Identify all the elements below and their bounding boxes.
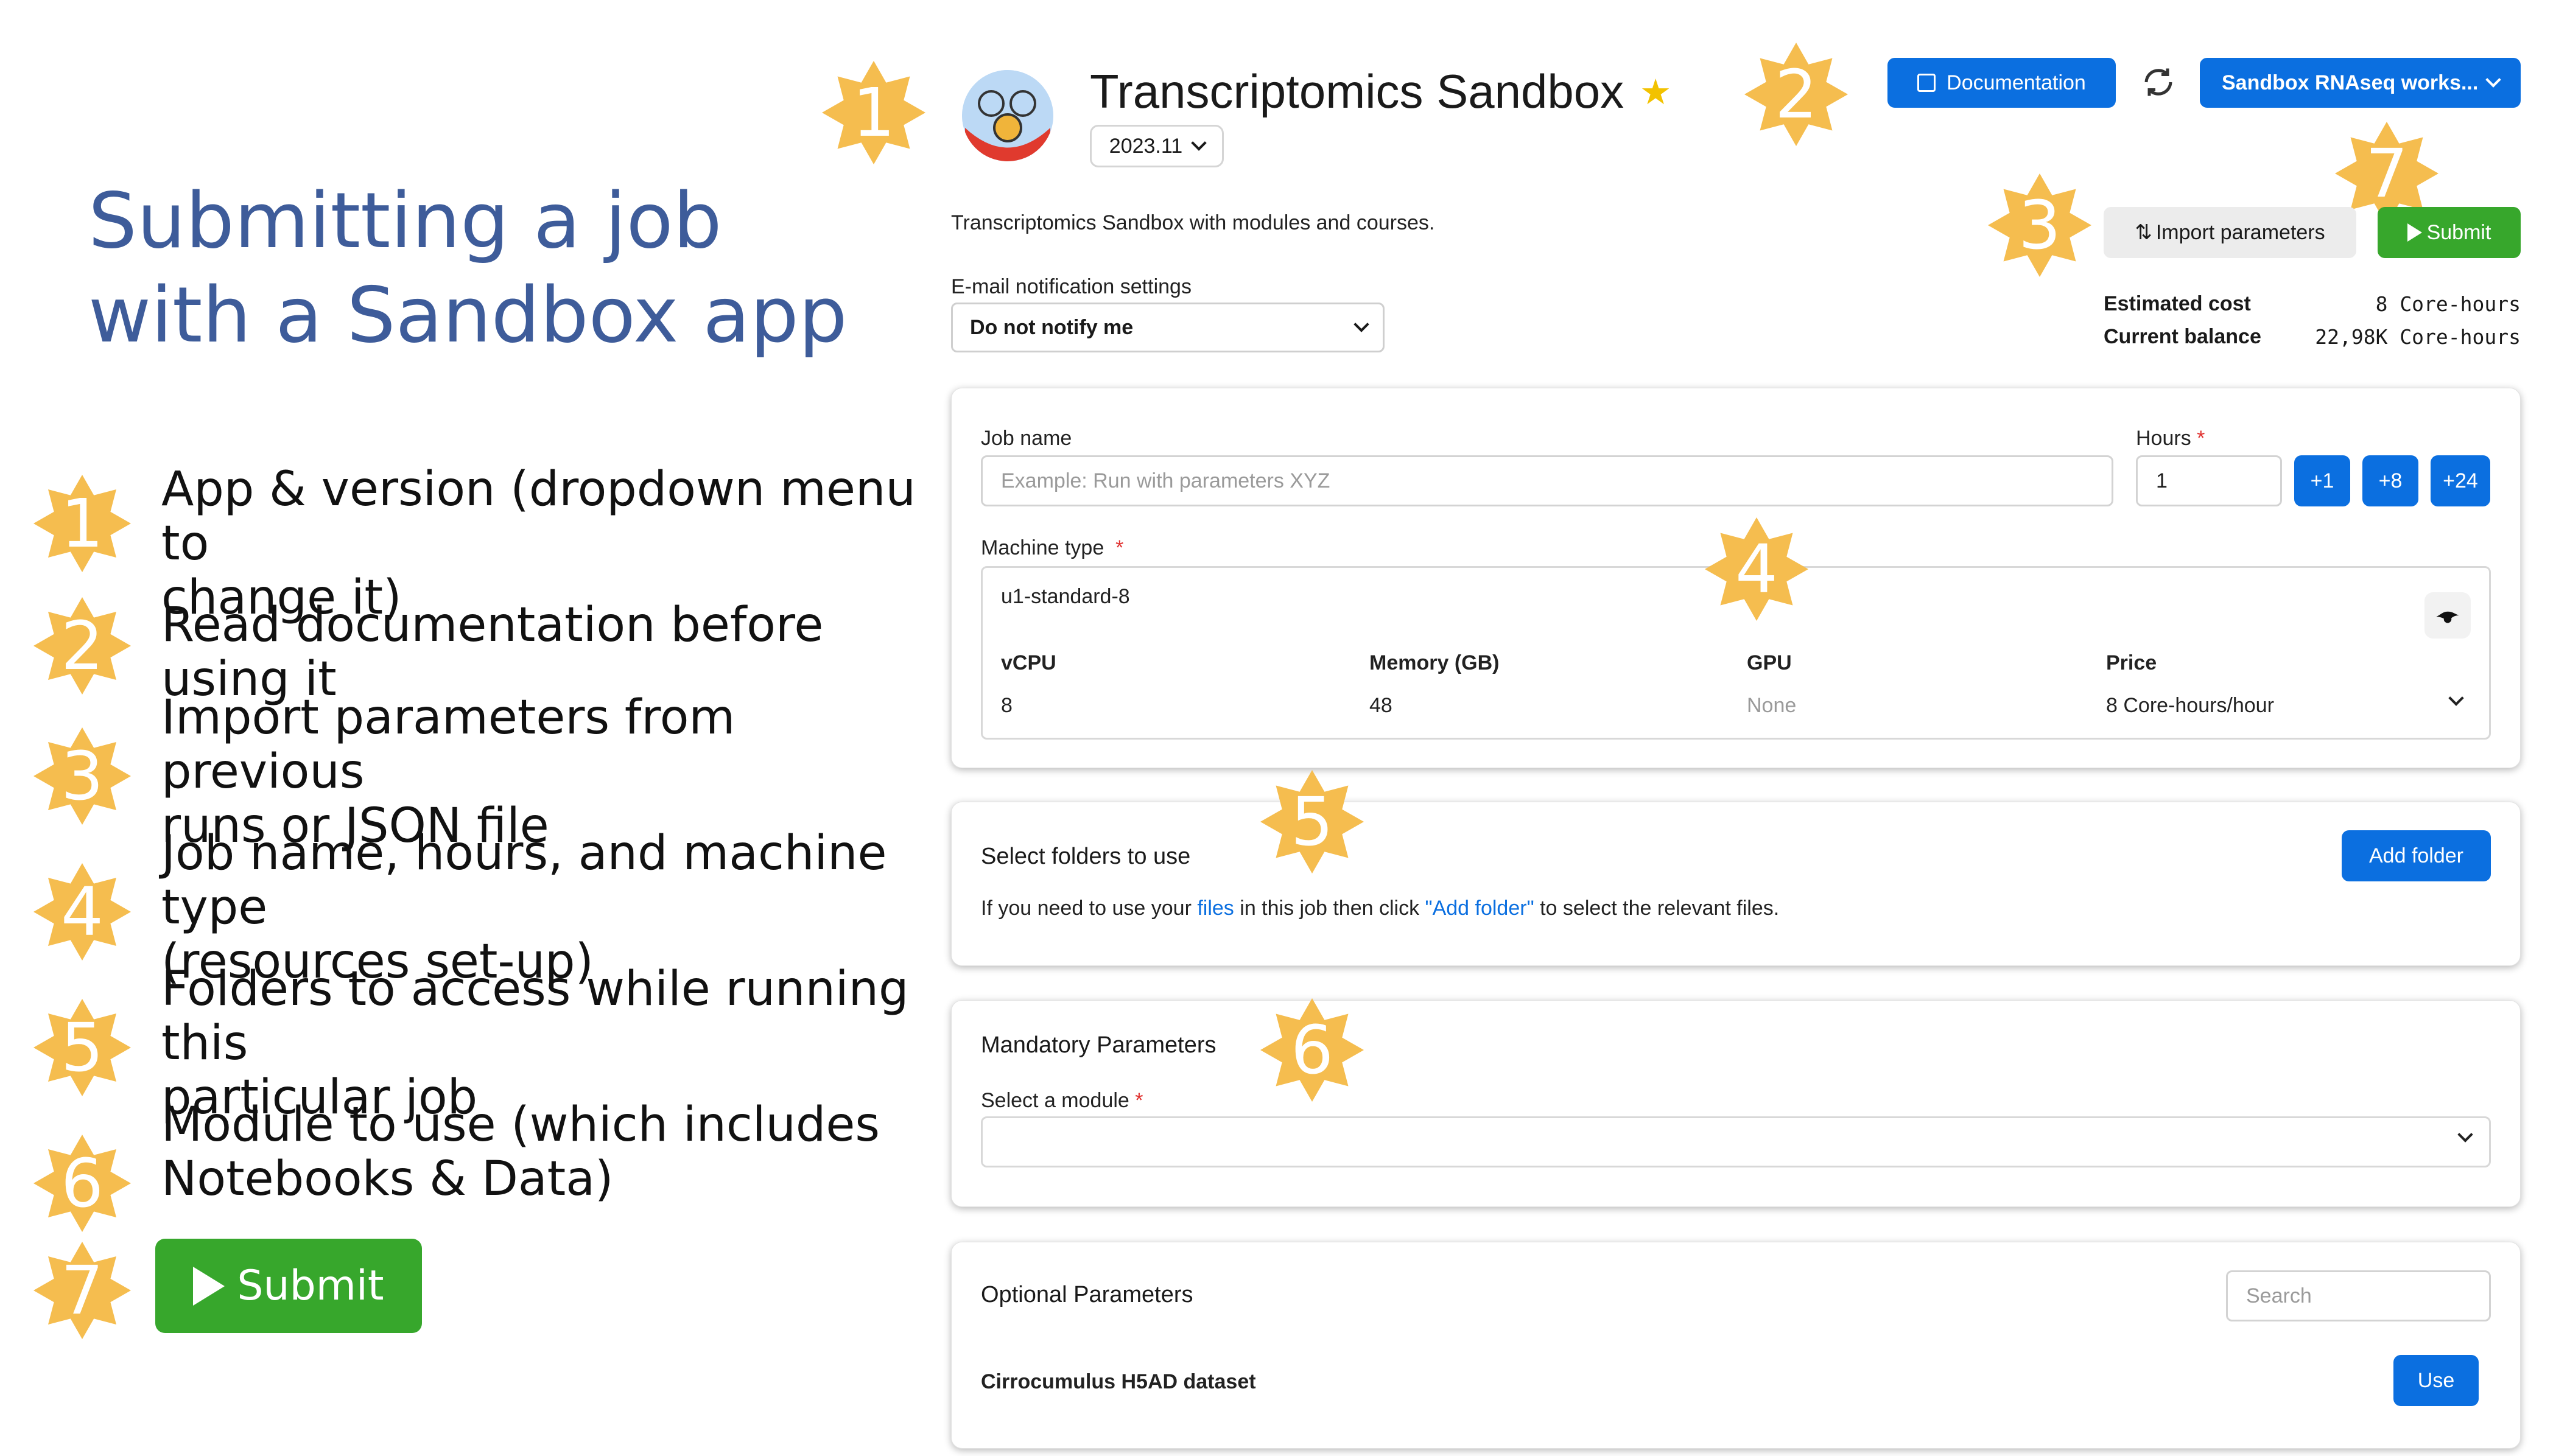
marker-1: 1 [822,61,925,164]
job-name-label: Job name [981,427,1072,450]
legend-item-5: 5 Folders to access while running this pa… [33,962,916,1125]
optional-parameters-card: Optional Parameters Search Cirrocumulus … [951,1242,2521,1449]
sort-arrows-icon: ⇅ [2135,221,2152,244]
add-folder-button[interactable]: Add folder [2342,830,2491,881]
price-label: Price [2106,651,2157,674]
folders-title: Select folders to use [981,844,1191,869]
add-8-hours-button[interactable]: +8 [2362,455,2418,506]
gpu-label: GPU [1747,651,1792,674]
price-value: 8 Core-hours/hour [2106,694,2274,717]
marker-2: 2 [1744,43,1848,146]
use-dataset-button[interactable]: Use [2393,1355,2479,1406]
slide-title: Submitting a job with a Sandbox app [88,176,848,360]
module-select[interactable] [981,1116,2491,1167]
marker-3: 3 [1988,173,2091,277]
chevron-down-icon [1191,135,1207,151]
machine-type-value: u1-standard-8 [1001,585,1130,608]
version-dropdown[interactable]: 2023.11 [1090,125,1224,167]
folders-hint: If you need to use your files in this jo… [981,897,1780,920]
machine-type-label: Machine type * [981,536,1124,559]
legend-item-1: 1 App & version (dropdown menu to change … [33,463,916,625]
folders-card: Select folders to use Add folder If you … [951,802,2521,966]
marker-5: 5 [1260,770,1364,873]
current-balance: Current balance 22,98K Core-hours [2104,325,2521,349]
module-label: Select a module * [981,1089,1143,1112]
marker-badge: 3 [33,727,131,825]
import-parameters-button[interactable]: ⇅ Import parameters [2104,207,2356,258]
mandatory-parameters-card: Mandatory Parameters Select a module * [951,1000,2521,1207]
gpu-value: None [1747,694,1797,717]
marker-badge: 4 [33,863,131,961]
app-logo [962,70,1053,161]
star-icon[interactable]: ★ [1640,71,1671,113]
job-name-input[interactable]: Example: Run with parameters XYZ [981,455,2113,506]
play-icon [193,1266,225,1306]
marker-badge: 5 [33,999,131,1096]
optional-title: Optional Parameters [981,1282,1193,1307]
dataset-name: Cirrocumulus H5AD dataset [981,1370,1256,1393]
documentation-button[interactable]: Documentation [1887,58,2116,108]
bird-icon[interactable] [2424,592,2471,639]
hours-input[interactable]: 1 [2136,455,2282,506]
vcpu-value: 8 [1001,694,1013,717]
chevron-down-icon [2457,1127,2473,1143]
notification-select[interactable]: Do not notify me [951,303,1385,352]
add-24-hours-button[interactable]: +24 [2431,455,2490,506]
external-link-icon [1917,74,1936,92]
app-description: Transcriptomics Sandbox with modules and… [951,211,1435,234]
vcpu-label: vCPU [1001,651,1056,674]
marker-6: 6 [1260,998,1364,1102]
legend-submit-button: Submit [155,1239,422,1333]
workspace-dropdown[interactable]: Sandbox RNAseq works... [2200,58,2521,108]
chevron-down-icon [2448,690,2464,706]
marker-4: 4 [1705,517,1808,621]
notification-label: E-mail notification settings [951,275,1192,298]
marker-badge: 2 [33,597,131,695]
hours-label: Hours * [2136,427,2205,450]
chevron-down-icon [1353,317,1369,332]
marker-badge: 7 [33,1242,131,1339]
memory-value: 48 [1369,694,1392,717]
app-title: Transcriptomics Sandbox ★ [1090,65,1672,118]
marker-badge: 6 [33,1135,131,1232]
estimated-cost: Estimated cost 8 Core-hours [2104,292,2521,316]
chevron-down-icon [2485,72,2501,88]
legend-item-6: 6 Module to use (which includes Notebooks… [33,1098,916,1232]
submit-button[interactable]: Submit [2378,207,2521,258]
play-icon [2407,223,2422,242]
search-input[interactable]: Search [2226,1270,2491,1321]
add-1-hour-button[interactable]: +1 [2294,455,2350,506]
refresh-icon[interactable] [2140,64,2177,100]
mandatory-title: Mandatory Parameters [981,1032,1217,1058]
legend-item-4: 4 Job name, hours, and machine type (reso… [33,827,916,989]
legend-item-3: 3 Import parameters from previous runs or… [33,691,916,853]
add-folder-link[interactable]: "Add folder" [1425,897,1534,920]
files-link[interactable]: files [1197,897,1234,920]
memory-label: Memory (GB) [1369,651,1500,674]
marker-badge: 1 [33,475,131,572]
